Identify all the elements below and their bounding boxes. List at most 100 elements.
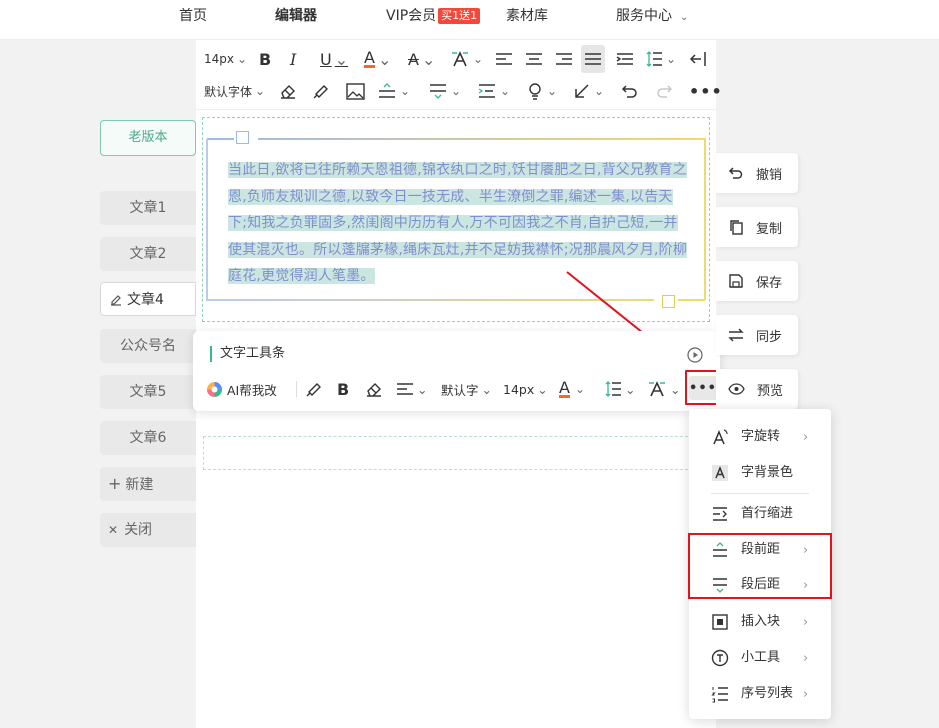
line-height-icon[interactable]: ⌄ <box>645 48 676 70</box>
space-before-icon[interactable]: ⌄ <box>377 80 410 102</box>
font-size-select[interactable]: 14px ⌄ <box>503 378 548 400</box>
line-height-icon[interactable]: ⌄ <box>604 378 635 400</box>
menu-label: 插入块 <box>741 614 781 629</box>
undo-button[interactable]: 撤销 <box>716 153 798 193</box>
copy-icon <box>728 219 744 235</box>
vip-badge: 买1送1 <box>438 8 481 24</box>
close-label: 关闭 <box>124 522 153 538</box>
menu-item-insert-block[interactable]: 插入块 › <box>689 606 831 638</box>
nav-home[interactable]: 首页 <box>179 7 207 25</box>
eraser-icon[interactable] <box>365 378 383 400</box>
sidebar-article-5[interactable]: 文章5 <box>100 375 196 409</box>
close-icon: ✕ <box>108 523 119 537</box>
space-after-icon[interactable]: ⌄ <box>428 80 461 102</box>
nav-vip[interactable]: VIP会员 买1送1 <box>386 7 481 25</box>
nav-service[interactable]: 服务中心 ⌄ <box>616 7 688 27</box>
more-options-button[interactable]: ••• <box>689 376 717 400</box>
menu-item-rotate-text[interactable]: 字旋转 › <box>689 421 831 453</box>
font-size-select[interactable]: 14px ⌄ <box>204 48 247 70</box>
letter-spacing-icon[interactable]: ⌄ <box>477 80 510 102</box>
format-painter-icon[interactable] <box>305 378 323 400</box>
format-painter-icon[interactable] <box>312 80 330 102</box>
text-effect-icon[interactable]: ⌄ <box>647 378 680 400</box>
strikethrough-icon[interactable]: A ⌄ <box>408 48 435 70</box>
menu-divider <box>711 493 809 494</box>
arrow-icon[interactable]: ⌄ <box>573 80 604 102</box>
sidebar-article-4[interactable]: 文章4 <box>100 282 196 316</box>
chevron-down-icon: ⌄ <box>255 84 266 98</box>
play-icon[interactable] <box>687 347 703 363</box>
sidebar-article-2[interactable]: 文章2 <box>100 237 196 271</box>
sync-icon <box>728 328 744 342</box>
font-size-value: 14px <box>204 52 234 66</box>
ai-logo-icon <box>206 381 223 398</box>
nav-service-label[interactable]: 服务中心 <box>616 8 672 24</box>
save-label: 保存 <box>756 275 783 291</box>
indent-icon[interactable] <box>616 48 634 70</box>
eraser-icon[interactable] <box>279 80 297 102</box>
old-version-button[interactable]: 老版本 <box>100 120 196 156</box>
bold-icon[interactable]: B <box>337 378 349 400</box>
more-icon[interactable]: ••• <box>689 80 723 102</box>
sidebar-article-6[interactable]: 文章6 <box>100 421 196 455</box>
sync-label: 同步 <box>756 329 783 345</box>
insert-block-icon <box>711 613 729 631</box>
text-effect-icon[interactable]: ⌄ <box>450 48 483 70</box>
italic-icon[interactable]: I <box>290 48 296 70</box>
new-article-button[interactable]: + 新建 <box>100 467 196 501</box>
save-button[interactable]: 保存 <box>716 261 798 301</box>
chevron-right-icon: › <box>803 687 809 702</box>
rotate-text-icon <box>711 428 729 446</box>
bold-icon[interactable]: B <box>259 48 271 70</box>
menu-item-text-background[interactable]: 字背景色 <box>689 457 831 489</box>
save-icon <box>728 273 744 289</box>
chevron-right-icon: › <box>803 615 809 630</box>
ai-rewrite-button[interactable]: AI帮我改 <box>206 378 277 400</box>
font-color-icon[interactable]: A ⌄ <box>364 48 391 70</box>
text-toolbar-title: 文字工具条 <box>210 346 285 362</box>
first-line-indent-icon <box>711 505 729 523</box>
redo-icon[interactable] <box>655 80 673 102</box>
sidebar-account-name[interactable]: 公众号名 <box>100 329 196 363</box>
more-icon: ••• <box>689 380 717 396</box>
empty-block[interactable] <box>203 436 713 470</box>
nav-vip-label[interactable]: VIP会员 <box>386 8 436 24</box>
chevron-right-icon: › <box>803 430 809 445</box>
align-icon[interactable]: ⌄ <box>396 378 427 400</box>
chevron-down-icon: ⌄ <box>237 52 248 66</box>
align-center-icon[interactable] <box>525 48 543 70</box>
sidebar-article-1[interactable]: 文章1 <box>100 191 196 225</box>
menu-item-numbered-list[interactable]: 序号列表 › <box>689 678 831 710</box>
font-family-select[interactable]: 默认字 ⌄ <box>441 378 492 400</box>
exit-icon[interactable] <box>689 48 707 70</box>
copy-button[interactable]: 复制 <box>716 207 798 247</box>
align-left-icon[interactable] <box>495 48 513 70</box>
menu-item-first-line-indent[interactable]: 首行缩进 <box>689 498 831 530</box>
menu-label: 小工具 <box>741 650 781 665</box>
preview-label: 预览 <box>757 383 784 399</box>
menu-label: 字旋转 <box>741 429 781 444</box>
eye-icon <box>728 383 745 395</box>
menu-label: 首行缩进 <box>741 506 794 521</box>
font-family-select[interactable]: 默认字体 ⌄ <box>204 80 265 102</box>
nav-materials[interactable]: 素材库 <box>506 7 548 25</box>
annotation-highlight-box <box>688 533 832 599</box>
menu-item-tools[interactable]: 小工具 › <box>689 642 831 674</box>
font-family-value: 默认字体 <box>204 84 253 99</box>
undo-icon <box>728 166 744 180</box>
preview-button[interactable]: 预览 <box>716 369 798 409</box>
new-label: 新建 <box>125 477 154 493</box>
top-nav: 首页 编辑器 VIP会员 买1送1 素材库 服务中心 ⌄ <box>0 0 939 40</box>
image-icon[interactable] <box>346 80 365 102</box>
idea-icon[interactable]: ⌄ <box>526 80 557 102</box>
font-color-icon[interactable]: A ⌄ <box>559 378 585 400</box>
frame-corner-top <box>236 131 249 144</box>
toolbar-divider <box>296 381 297 397</box>
nav-editor[interactable]: 编辑器 <box>275 7 317 25</box>
sync-button[interactable]: 同步 <box>716 315 798 355</box>
undo-icon[interactable] <box>621 80 639 102</box>
justify-icon[interactable] <box>581 45 605 73</box>
close-button[interactable]: ✕ 关闭 <box>100 513 196 547</box>
align-right-icon[interactable] <box>555 48 573 70</box>
underline-icon[interactable]: U ⌄ <box>320 48 348 70</box>
